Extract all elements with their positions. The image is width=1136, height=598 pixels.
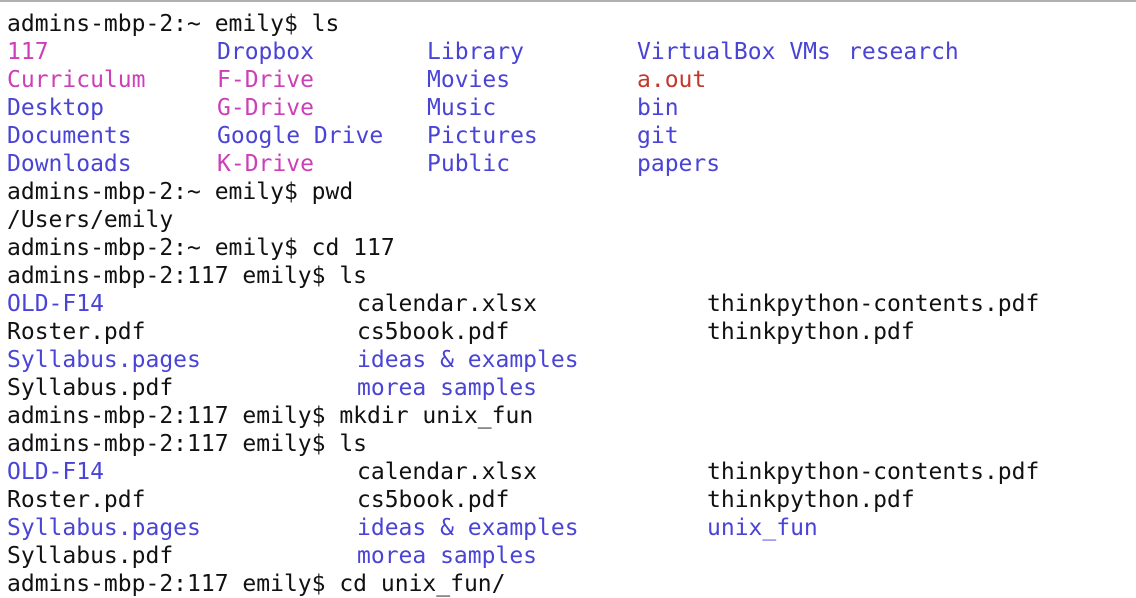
directory-entry: Curriculum [7,67,146,93]
directory-entry: morea samples [357,375,538,401]
prompt-line: admins-mbp-2:~ emily$ cd 117 [7,235,395,261]
directory-entry: Desktop [7,95,104,121]
file-entry: thinkpython.pdf [707,319,915,345]
directory-entry: OLD-F14 [7,291,104,317]
directory-entry: Downloads [7,151,132,177]
file-entry: calendar.xlsx [357,459,538,485]
prompt-line: admins-mbp-2:117 emily$ mkdir unix_fun [7,403,534,429]
directory-entry: morea samples [357,543,538,569]
prompt-line: admins-mbp-2:117 emily$ ls [7,263,368,289]
directory-entry: G-Drive [217,95,314,121]
directory-entry: Library [427,39,524,65]
prompt-line: admins-mbp-2:117 emily$ ls [7,431,368,457]
prompt-line: admins-mbp-2:~ emily$ pwd [7,179,354,205]
directory-entry: Dropbox [217,39,314,65]
directory-entry: Syllabus.pages [7,515,201,541]
file-entry: thinkpython-contents.pdf [707,459,1040,485]
prompt-line: admins-mbp-2:~ emily$ ls [7,11,340,37]
file-entry: cs5book.pdf [357,319,510,345]
directory-entry: papers [637,151,721,177]
file-entry: Syllabus.pdf [7,543,174,569]
file-entry: thinkpython-contents.pdf [707,291,1040,317]
directory-entry: Music [427,95,497,121]
file-entry: Roster.pdf [7,487,146,513]
command-output-line: /Users/emily [7,207,174,233]
directory-entry: Documents [7,123,132,149]
terminal-window[interactable]: admins-mbp-2:~ emily$ ls 117 Dropbox Librar… [0,0,1136,598]
directory-entry: Google Drive [217,123,384,149]
directory-entry: Public [427,151,511,177]
prompt-line: admins-mbp-2:117 emily$ cd unix_fun/ [7,571,506,597]
file-entry: thinkpython.pdf [707,487,915,513]
directory-entry: OLD-F14 [7,459,104,485]
directory-entry: Pictures [427,123,538,149]
directory-entry: git [637,123,679,149]
directory-entry: VirtualBox VMs [637,39,831,65]
directory-entry: ideas & examples [357,347,579,373]
directory-entry: bin [637,95,679,121]
file-entry: cs5book.pdf [357,487,510,513]
directory-entry: ideas & examples [357,515,579,541]
file-entry: Syllabus.pdf [7,375,174,401]
directory-entry: unix_fun [707,515,818,541]
directory-entry: Syllabus.pages [7,347,201,373]
directory-entry: Movies [427,67,511,93]
directory-entry: a.out [637,67,707,93]
file-entry: Roster.pdf [7,319,146,345]
directory-entry: research [848,39,959,65]
directory-entry: K-Drive [217,151,314,177]
directory-entry: 117 [7,39,49,65]
file-entry: calendar.xlsx [357,291,538,317]
directory-entry: F-Drive [217,67,314,93]
